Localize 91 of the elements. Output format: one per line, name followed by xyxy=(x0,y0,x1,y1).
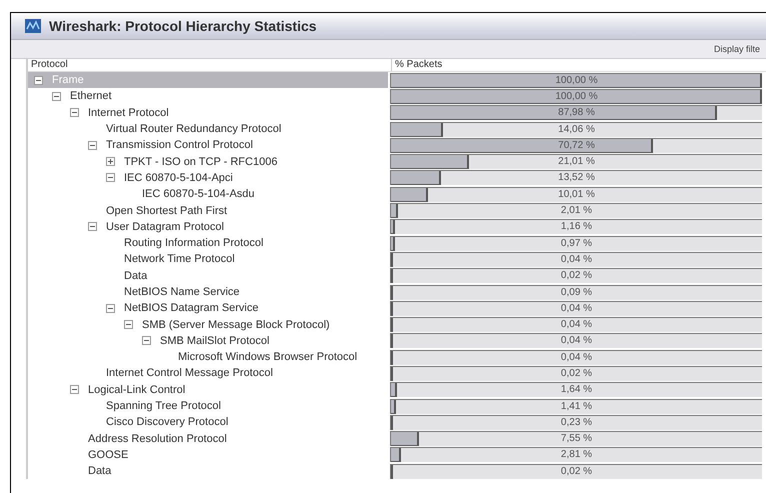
protocol-name: Ethernet xyxy=(70,90,112,102)
tree-row[interactable]: NetBIOS Name Service 0,09 % xyxy=(28,284,766,300)
tree-row[interactable]: Address Resolution Protocol 7,55 % xyxy=(28,430,766,447)
percent-label: 0,97 % xyxy=(560,236,594,251)
tree-row[interactable]: Data 0,02 % xyxy=(28,268,766,284)
percent-label: 0,23 % xyxy=(560,416,594,430)
protocol-name: Cisco Discovery Protocol xyxy=(106,416,228,428)
tree-row[interactable]: Ethernet 100,00 % xyxy=(28,88,766,105)
expander-icon[interactable] xyxy=(88,222,97,232)
tree-row[interactable]: Virtual Router Redundancy Protocol 14,06 % xyxy=(28,120,766,138)
protocol-name: User Datagram Protocol xyxy=(106,220,224,233)
tree-row[interactable]: IEC 60870-5-104-Apci 13,52 % xyxy=(28,170,766,186)
percent-label: 70,72 % xyxy=(557,138,596,153)
protocol-name: Data xyxy=(88,465,112,478)
protocol-name: Data xyxy=(124,270,148,282)
tree-row[interactable]: Spanning Tree Protocol 1,41 % xyxy=(28,398,766,414)
protocol-name: SMB MailSlot Protocol xyxy=(160,334,270,347)
tree-row[interactable]: IEC 60870-5-104-Asdu 10,01 % xyxy=(28,186,766,202)
tree-row[interactable]: Routing Information Protocol 0,97 % xyxy=(28,234,766,252)
app-icon xyxy=(25,19,41,33)
window-title: Wireshark: Protocol Hierarchy Statistics xyxy=(49,18,317,34)
column-header[interactable]: Protocol xyxy=(28,59,391,71)
expander-icon[interactable] xyxy=(106,157,115,166)
percent-label: 0,02 % xyxy=(560,464,594,479)
tree-row[interactable]: NetBIOS Datagram Service 0,04 % xyxy=(28,300,766,316)
tree-row[interactable]: Frame 100,00 % xyxy=(28,72,766,88)
expander-icon[interactable] xyxy=(106,304,115,313)
percent-label: 0,04 % xyxy=(560,302,594,316)
percent-label: 0,09 % xyxy=(560,286,594,300)
expander-icon[interactable] xyxy=(124,320,133,330)
percent-label: 1,64 % xyxy=(560,383,594,398)
protocol-name: NetBIOS Name Service xyxy=(124,286,240,298)
expander-icon[interactable] xyxy=(70,108,79,118)
tree-row[interactable]: Logical-Link Control 1,64 % xyxy=(28,382,766,398)
percent-label: 2,01 % xyxy=(560,204,594,218)
protocol-name: Frame xyxy=(52,74,84,86)
expander-icon[interactable] xyxy=(106,173,115,182)
expander-icon[interactable] xyxy=(70,385,79,394)
protocol-name: Routing Information Protocol xyxy=(124,237,264,250)
protocol-name: SMB (Server Message Block Protocol) xyxy=(142,318,330,331)
protocol-name: Address Resolution Protocol xyxy=(88,432,227,445)
protocol-name: TPKT - ISO on TCP - RFC1006 xyxy=(124,156,278,168)
percent-label: 13,52 % xyxy=(557,171,596,186)
tree-row[interactable]: GOOSE 2,81 % xyxy=(28,446,766,464)
percent-label: 21,01 % xyxy=(557,155,596,170)
percent-label: 14,06 % xyxy=(557,122,596,137)
percent-label: 0,02 % xyxy=(560,269,594,284)
percent-label: 87,98 % xyxy=(557,106,596,120)
percent-label: 1,16 % xyxy=(560,220,594,234)
percent-label: 1,41 % xyxy=(560,400,594,414)
percent-label: 0,04 % xyxy=(560,252,594,267)
percent-label: 0,04 % xyxy=(560,318,594,332)
protocol-name: NetBIOS Datagram Service xyxy=(124,302,258,314)
tree-row[interactable]: SMB (Server Message Block Protocol) 0,04 % xyxy=(28,316,766,333)
percent-label: 100,00 % xyxy=(554,90,599,104)
protocol-name: Internet Control Message Protocol xyxy=(106,367,273,380)
protocol-name: IEC 60870-5-104-Asdu xyxy=(142,188,255,200)
tree-row[interactable]: Microsoft Windows Browser Protocol 0,04 % xyxy=(28,349,766,366)
protocol-name: IEC 60870-5-104-Apci xyxy=(124,172,233,184)
percent-label: 7,55 % xyxy=(560,432,594,446)
tree-row[interactable]: SMB MailSlot Protocol 0,04 % xyxy=(28,332,766,350)
protocol-name: Virtual Router Redundancy Protocol xyxy=(106,123,282,136)
expander-icon[interactable] xyxy=(52,92,61,101)
percent-label: 0,04 % xyxy=(560,350,594,365)
tree-row[interactable]: Open Shortest Path First 2,01 % xyxy=(28,202,766,219)
percent-label: 0,02 % xyxy=(560,366,594,381)
tree-row[interactable]: Transmission Control Protocol 70,72 % xyxy=(28,137,766,154)
tree-row[interactable]: User Datagram Protocol 1,16 % xyxy=(28,218,766,235)
protocol-name: GOOSE xyxy=(88,448,128,461)
percent-label: 10,01 % xyxy=(557,188,596,202)
display-filter-label: Display filte xyxy=(714,44,760,54)
percent-label: 0,04 % xyxy=(560,334,594,348)
protocol-name: Spanning Tree Protocol xyxy=(106,400,221,412)
expander-icon[interactable] xyxy=(88,140,97,150)
tree-row[interactable]: TPKT - ISO on TCP - RFC1006 21,01 % xyxy=(28,153,766,170)
protocol-name: Open Shortest Path First xyxy=(106,204,228,217)
protocol-name: Microsoft Windows Browser Protocol xyxy=(178,351,358,364)
percent-label: 2,81 % xyxy=(560,448,594,462)
tree-row[interactable]: Network Time Protocol 0,04 % xyxy=(28,251,766,268)
percent-label: 100,00 % xyxy=(554,74,599,88)
tree-row[interactable]: Cisco Discovery Protocol 0,23 % xyxy=(28,414,766,431)
tree-row[interactable]: Data 0,02 % xyxy=(28,463,766,480)
protocol-name: Transmission Control Protocol xyxy=(106,139,253,152)
expander-icon[interactable] xyxy=(34,76,43,85)
protocol-name: Network Time Protocol xyxy=(124,253,235,266)
protocol-name: Internet Protocol xyxy=(88,106,169,119)
column-header[interactable]: % Packets xyxy=(391,59,766,71)
protocol-name: Logical-Link Control xyxy=(88,384,186,396)
expander-icon[interactable] xyxy=(142,336,151,346)
tree-row[interactable]: Internet Control Message Protocol 0,02 % xyxy=(28,365,766,382)
tree-row[interactable]: Internet Protocol 87,98 % xyxy=(28,104,766,121)
